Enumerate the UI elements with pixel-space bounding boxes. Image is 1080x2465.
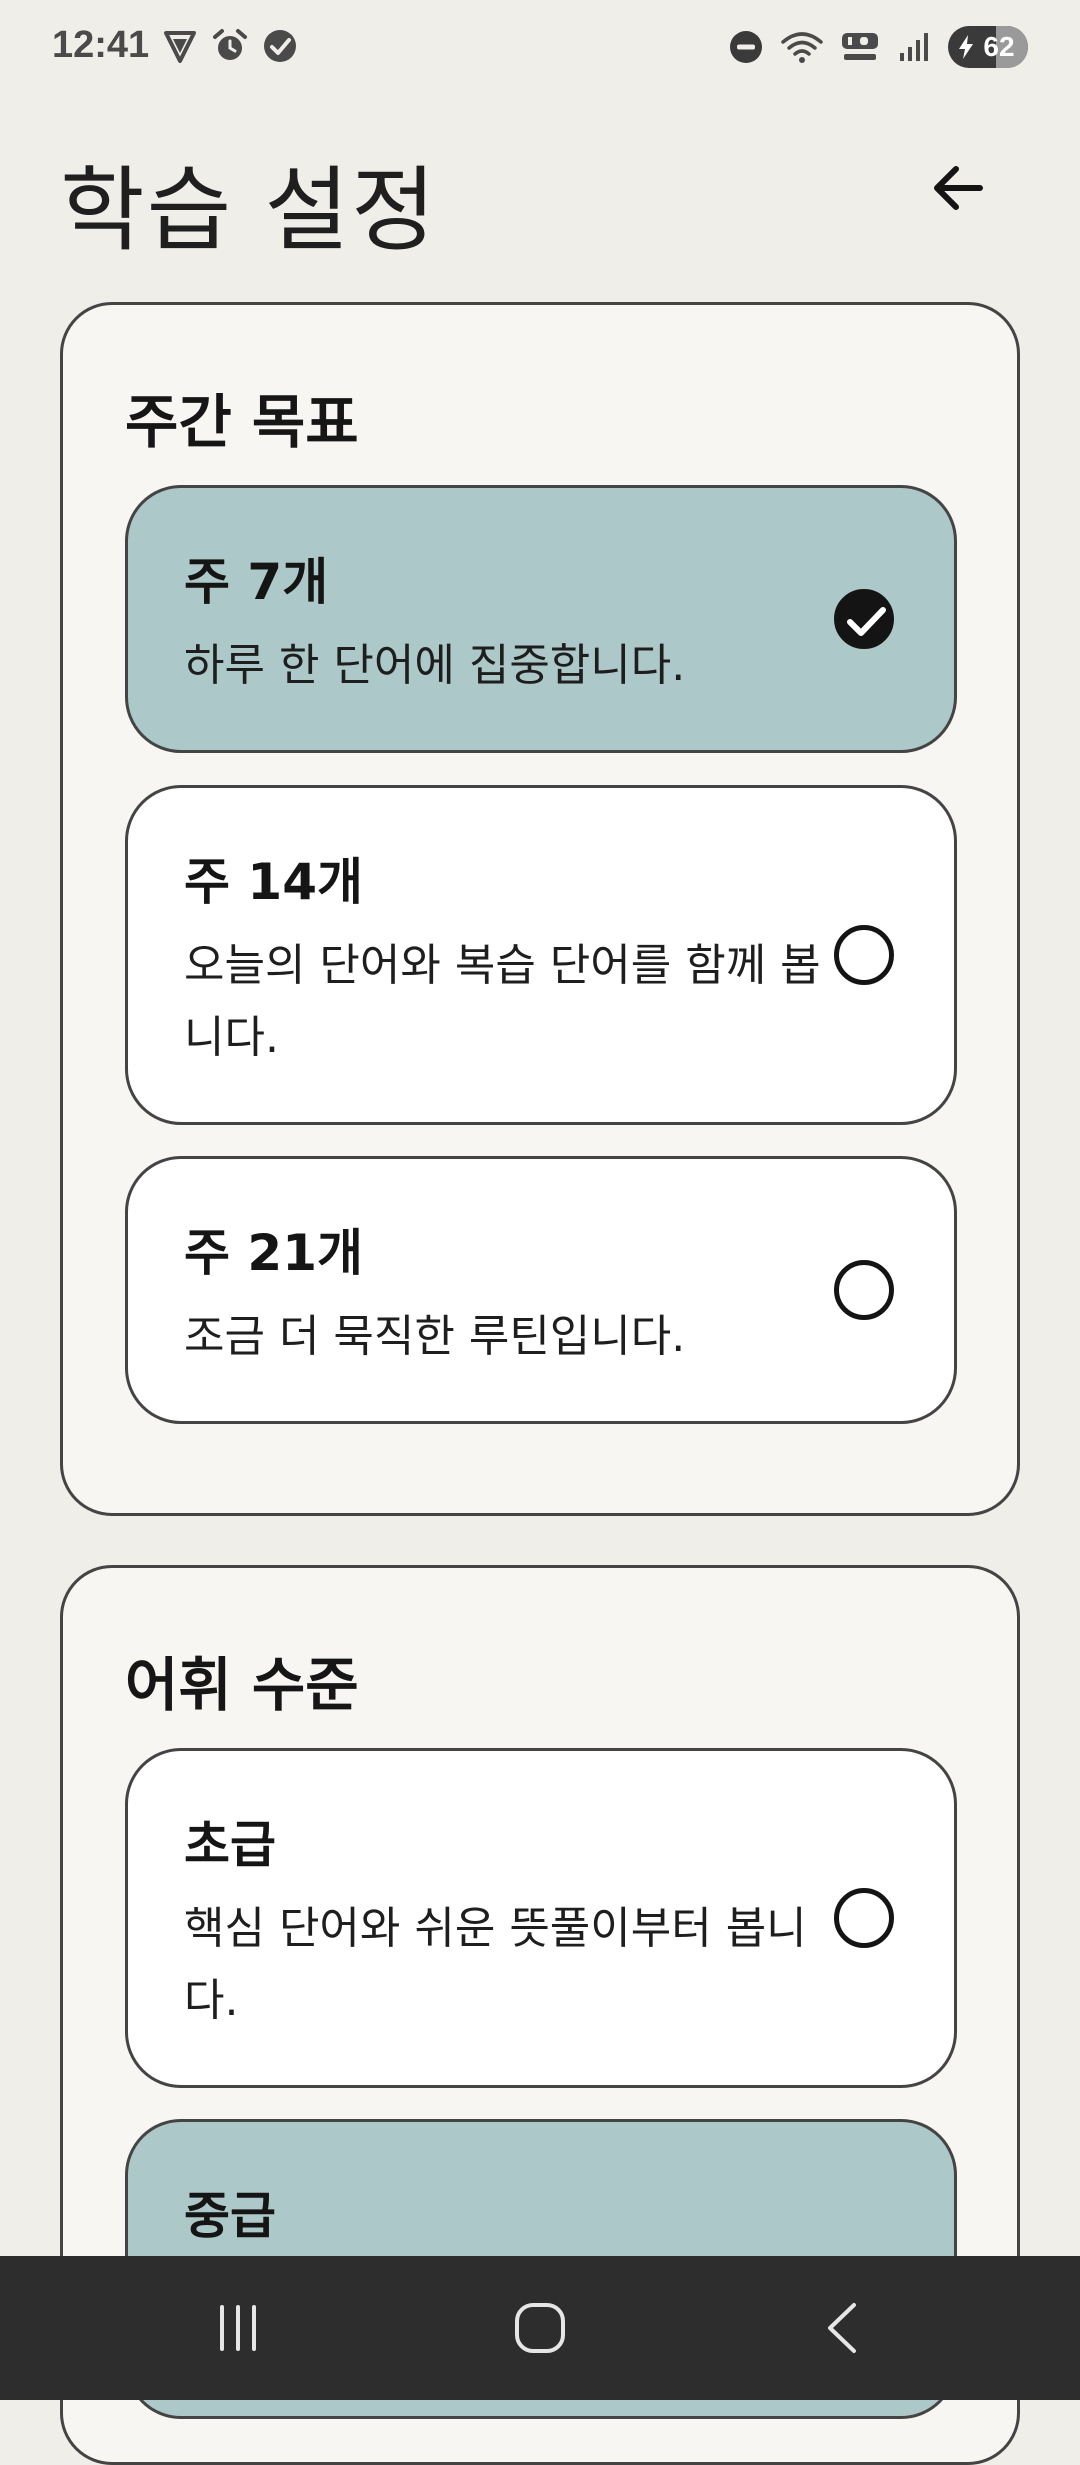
option-title: 주 14개 [184, 853, 363, 911]
alarm-icon [213, 29, 247, 60]
option-description: 오늘의 단어와 복습 단어를 함께 봅니다. [184, 940, 821, 1063]
weekly-option-14[interactable]: 주 14개 오늘의 단어와 복습 단어를 함께 봅니다. [125, 785, 957, 1125]
weekly-option-21[interactable]: 주 21개 조금 더 묵직한 루틴입니다. [125, 1156, 957, 1424]
check-badge-icon [264, 30, 296, 62]
option-description: 하루 한 단어에 집중합니다. [184, 640, 686, 691]
option-title: 초급 [184, 1816, 276, 1874]
back-icon [828, 2303, 856, 2353]
hd-voice-icon [842, 33, 878, 60]
back-button[interactable] [920, 150, 996, 226]
page-title: 학습 설정 [60, 157, 438, 264]
section-title-vocab-level: 어휘 수준 [125, 1651, 359, 1719]
radio-unchecked-icon [834, 1888, 894, 1948]
signal-icon [900, 33, 928, 61]
option-description: 핵심 단어와 쉬운 뜻풀이부터 봅니다. [184, 1903, 807, 2026]
status-time: 12:41 [52, 24, 150, 66]
level-option-beginner[interactable]: 초급 핵심 단어와 쉬운 뜻풀이부터 봅니다. [125, 1748, 957, 2088]
status-bar: 12:41 62 [0, 0, 1080, 98]
do-not-disturb-icon [730, 31, 762, 63]
charging-bolt-icon [959, 35, 973, 59]
radio-unchecked-icon [834, 1260, 894, 1320]
battery-icon: 62 [948, 26, 1028, 68]
weekly-option-7[interactable]: 주 7개 하루 한 단어에 집중합니다. [125, 485, 957, 753]
weekly-goal-card: 주간 목표 주 7개 하루 한 단어에 집중합니다. 주 14개 오늘의 단어와… [60, 302, 1020, 1516]
option-title: 중급 [184, 2187, 276, 2245]
section-title-weekly-goal: 주간 목표 [125, 388, 359, 456]
status-right-icons: 62 [728, 26, 1028, 68]
system-back-button[interactable] [762, 2256, 922, 2400]
system-nav-bar [0, 2256, 1080, 2400]
recent-apps-icon [220, 2305, 256, 2351]
radio-unchecked-icon [834, 925, 894, 985]
radio-checked-icon [834, 589, 894, 649]
home-button[interactable] [460, 2256, 620, 2400]
vpn-shield-icon [164, 31, 196, 63]
arrow-left-icon [934, 166, 983, 210]
battery-level: 62 [983, 31, 1015, 62]
wifi-icon [781, 32, 823, 63]
option-title: 주 21개 [184, 1224, 363, 1282]
option-title: 주 7개 [184, 553, 329, 611]
recent-apps-button[interactable] [158, 2256, 318, 2400]
option-description: 조금 더 묵직한 루틴입니다. [184, 1311, 686, 1362]
home-icon [515, 2303, 565, 2353]
status-left-icons [162, 28, 298, 64]
